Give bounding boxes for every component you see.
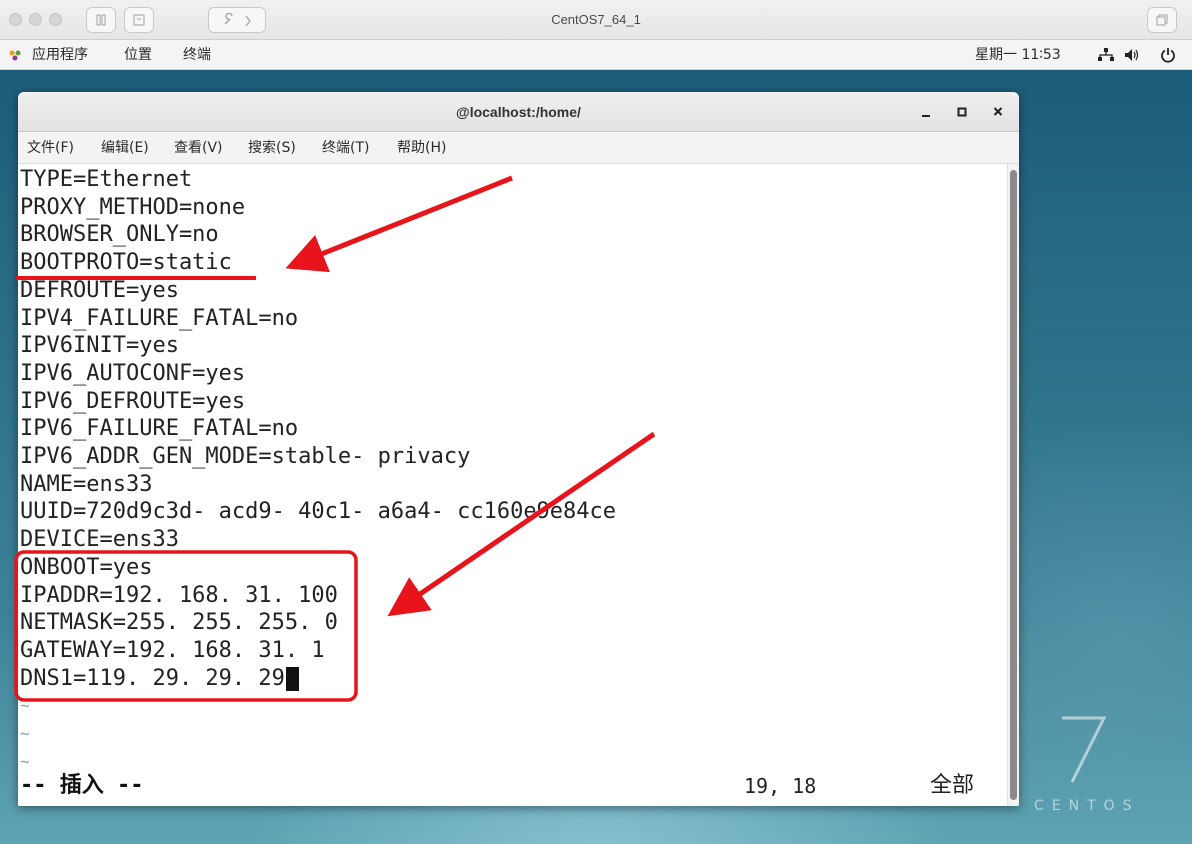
config-line: DEFROUTE=yes (20, 277, 179, 303)
config-line: IPV6_ADDR_GEN_MODE=stable- privacy (20, 444, 471, 469)
config-line: IPV4_FAILURE_FATAL=no (20, 305, 299, 331)
restore-icon (1156, 14, 1168, 26)
terminal-titlebar: @localhost:/home/ (18, 92, 1019, 132)
terminal-window: @localhost:/home/ 文件(F) 编辑(E) 查看(V) 搜索(S… (18, 92, 1019, 806)
menu-file[interactable]: 文件(F) (27, 132, 74, 164)
terminal-title: @localhost:/home/ (456, 104, 581, 120)
minimize-button[interactable] (916, 102, 936, 122)
close-icon (993, 107, 1003, 116)
clock[interactable]: 星期一 11∶53 (975, 40, 1061, 70)
text-cursor (285, 666, 299, 691)
restore-button[interactable] (1147, 7, 1177, 33)
config-line: IPV6_FAILURE_FATAL=no (20, 416, 299, 442)
gnome-top-bar: 应用程序 位置 终端 星期一 11∶53 (0, 40, 1192, 70)
config-line-ipaddr: IPADDR=192. 168. 31. 100 (20, 582, 338, 608)
config-line-onboot: ONBOOT=yes (20, 554, 153, 580)
applications-menu[interactable]: 应用程序 (32, 40, 88, 70)
minimize-icon (922, 115, 930, 117)
places-menu[interactable]: 位置 (124, 40, 152, 70)
config-line: IPV6_DEFROUTE=yes (20, 388, 246, 414)
config-line: PROXY_METHOD=none (20, 194, 246, 220)
network-icon[interactable] (1098, 48, 1114, 62)
config-line-dns: DNS1=119. 29. 29. 29 (20, 665, 299, 693)
scrollbar-thumb[interactable] (1010, 170, 1017, 800)
config-line: BROWSER_ONLY=no (20, 222, 219, 248)
config-line: UUID=720d9c3d- acd9- 40c1- a6a4- cc160e9… (20, 499, 617, 525)
config-line: TYPE=Ethernet (20, 167, 193, 192)
menu-search[interactable]: 搜索(S) (248, 132, 296, 164)
power-icon[interactable] (1160, 47, 1176, 63)
vim-mode-indicator: -- 插入 -- (20, 773, 144, 798)
empty-line-tilde: ~ (20, 696, 30, 716)
terminal-content[interactable]: TYPE=Ethernet PROXY_METHOD=none BROWSER_… (18, 164, 1007, 806)
menu-terminal[interactable]: 终端(T) (322, 132, 369, 164)
host-window-title: CentOS7_64_1 (551, 12, 641, 27)
centos-brand-text: CENTOS (1034, 798, 1140, 814)
config-line: IPV6_AUTOCONF=yes (20, 360, 246, 386)
terminal-app-menu[interactable]: 终端 (183, 40, 211, 70)
maximize-icon (957, 107, 967, 117)
applications-icon (9, 50, 21, 61)
scroll-position: 全部 (930, 773, 975, 798)
terminal-scrollbar[interactable] (1007, 164, 1019, 806)
volume-icon[interactable] (1124, 48, 1140, 62)
empty-line-tilde: ~ (20, 724, 30, 743)
centos-seven-logo (1062, 716, 1107, 783)
close-button[interactable] (988, 102, 1008, 122)
host-titlebar: CentOS7_64_1 (0, 0, 1192, 40)
menu-edit[interactable]: 编辑(E) (101, 132, 149, 164)
terminal-menubar: 文件(F) 编辑(E) 查看(V) 搜索(S) 终端(T) 帮助(H) (18, 132, 1019, 164)
config-line-netmask: NETMASK=255. 255. 255. 0 (20, 610, 338, 636)
config-line: NAME=ens33 (20, 471, 153, 497)
menu-help[interactable]: 帮助(H) (397, 132, 446, 164)
dns-line-text: DNS1=119. 29. 29. 29 (20, 665, 285, 691)
config-line: DEVICE=ens33 (20, 527, 179, 553)
config-line-bootproto: BOOTPROTO=static (20, 250, 232, 276)
config-line: IPV6INIT=yes (20, 333, 179, 359)
maximize-button[interactable] (952, 102, 972, 122)
cursor-position: 19, 18 (744, 774, 817, 798)
menu-view[interactable]: 查看(V) (174, 132, 223, 164)
config-line-gateway: GATEWAY=192. 168. 31. 1 (20, 637, 325, 663)
